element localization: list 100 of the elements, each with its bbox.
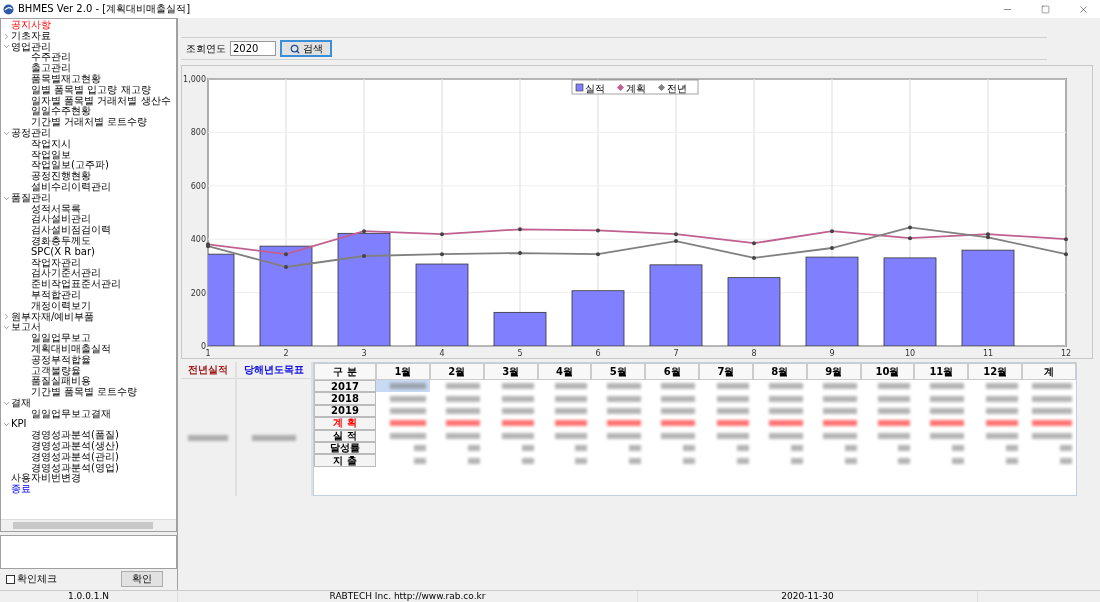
data-point xyxy=(752,255,756,260)
blurred-value xyxy=(555,420,588,427)
sidebar-item[interactable]: 검사기준서관리 xyxy=(31,268,101,280)
sidebar-item[interactable]: 일일수주현황 xyxy=(31,106,91,118)
sidebar-item[interactable]: 검사설비점검이력 xyxy=(31,225,111,236)
column-header: 당해년도목표 xyxy=(237,362,311,379)
sidebar-item[interactable]: 일별 품목별 입고량 재고량 xyxy=(31,84,151,96)
x-axis-label: 2 xyxy=(283,349,289,358)
sidebar-item[interactable]: 일일업무보고결재 xyxy=(31,408,111,420)
blurred-value xyxy=(1006,457,1019,464)
blurred-value xyxy=(1032,420,1072,427)
blurred-value xyxy=(1032,407,1072,414)
data-point xyxy=(830,246,834,250)
window-title: BHMES Ver 2.0 - [계획대비매출실적] xyxy=(18,2,192,16)
blurred-value xyxy=(1060,445,1072,452)
sidebar-item[interactable]: 종료 xyxy=(11,484,31,496)
app-logo-icon xyxy=(3,3,14,15)
blurred-value xyxy=(661,395,696,402)
blurred-value xyxy=(952,445,965,452)
column-header: 3월 xyxy=(483,363,538,380)
data-point xyxy=(830,229,834,234)
sidebar-item[interactable]: 일자별 품목별 거래처별 생산수 xyxy=(31,95,171,107)
sidebar-item[interactable]: 경영성과분석(영업) xyxy=(31,462,119,474)
sidebar-item[interactable]: 작업일보 xyxy=(31,149,71,161)
horizontal-scrollbar[interactable] xyxy=(1,519,176,531)
sidebar-item[interactable]: 사용자비번변경 xyxy=(11,473,81,485)
blurred-value xyxy=(445,395,480,402)
data-point xyxy=(518,251,522,256)
blurred-value xyxy=(661,407,696,414)
year-field[interactable]: 2020 xyxy=(230,41,276,56)
blurred-value xyxy=(930,383,965,390)
blurred-value xyxy=(768,383,803,390)
sidebar-item[interactable]: 경영성과분석(품질) xyxy=(31,430,119,442)
sidebar-item[interactable]: 보고서 xyxy=(11,322,41,334)
blurred-value xyxy=(661,383,696,390)
data-point xyxy=(362,229,366,234)
data-point xyxy=(1064,237,1068,242)
data-point xyxy=(908,236,912,241)
sidebar-item[interactable]: 준비작업표준서관리 xyxy=(31,279,121,290)
confirm-checkbox[interactable]: 확인체크 xyxy=(6,572,57,586)
memo-field[interactable] xyxy=(0,535,177,569)
sidebar-item[interactable]: 작업일보(고주파) xyxy=(31,160,109,172)
sidebar-item[interactable]: 일일업무보고 xyxy=(31,333,91,344)
sidebar-item[interactable]: 작업지시 xyxy=(31,138,71,150)
blurred-value xyxy=(683,457,696,464)
sidebar-item[interactable]: 품질관리 xyxy=(11,192,51,204)
column-header: 4월 xyxy=(537,363,592,380)
sidebar-item[interactable]: 품질실패비용 xyxy=(31,376,91,388)
sidebar-item[interactable]: 성적서목록 xyxy=(31,203,81,215)
blurred-value xyxy=(844,457,857,464)
column-header: 10월 xyxy=(860,363,915,380)
search-button[interactable]: 검색 xyxy=(280,40,332,57)
row-header: 지 출 xyxy=(314,454,376,467)
blurred-value xyxy=(930,407,965,414)
column-header: 8월 xyxy=(752,363,807,380)
table-cell[interactable] xyxy=(376,380,430,393)
year-label: 조회연도 xyxy=(186,41,226,56)
sidebar-item[interactable]: 경영성과분석(생산) xyxy=(31,441,119,452)
chevron-right-icon[interactable] xyxy=(2,312,11,322)
column-header: 5월 xyxy=(591,363,646,380)
sidebar-item[interactable]: 원부자재/예비부품 xyxy=(11,311,95,323)
confirm-button[interactable]: 확인 xyxy=(121,571,163,587)
sidebar-item[interactable]: 경화층두께도 xyxy=(31,235,91,247)
blurred-value xyxy=(1032,395,1072,402)
sidebar-item[interactable]: 영업관리 xyxy=(11,41,51,53)
sidebar-item[interactable]: 검사설비관리 xyxy=(31,214,91,226)
sidebar-item[interactable]: 출고관리 xyxy=(31,63,71,74)
sidebar-item[interactable]: 계획대비매출실적 xyxy=(31,343,111,355)
sidebar-item[interactable]: 결재 xyxy=(11,397,31,409)
close-icon xyxy=(1077,3,1089,15)
sidebar-item[interactable]: 공지사항 xyxy=(11,20,51,31)
sidebar-item[interactable]: 경영성과분석(관리) xyxy=(31,451,119,463)
blurred-value xyxy=(930,432,965,439)
column-header: 계 xyxy=(1022,363,1076,380)
column-header: 12월 xyxy=(968,363,1023,380)
blurred-value xyxy=(188,434,228,441)
sidebar-item[interactable]: 수주관리 xyxy=(31,52,71,64)
data-point xyxy=(596,252,600,257)
sidebar-item[interactable]: 품목별재고현황 xyxy=(31,74,101,85)
sidebar-item[interactable]: 고객불량율 xyxy=(31,365,81,377)
blurred-value xyxy=(878,420,911,427)
blurred-value xyxy=(607,432,642,439)
sidebar-item[interactable]: 기간별 품목별 로트수량 xyxy=(31,387,138,398)
sidebar-item[interactable]: 공정진행현황 xyxy=(31,171,91,182)
data-point xyxy=(596,228,600,233)
sidebar-item[interactable]: SPC(X R bar) xyxy=(31,246,95,258)
sidebar-item[interactable]: 기간별 거래처별 로트수량 xyxy=(31,117,148,128)
y-axis-label: 200 xyxy=(190,288,206,298)
sidebar-item[interactable]: 설비수리이력관리 xyxy=(31,181,111,193)
chevron-right-icon[interactable] xyxy=(2,31,11,41)
sidebar-item[interactable]: 개정이력보기 xyxy=(31,300,91,312)
sidebar-item[interactable]: 공정부적합율 xyxy=(31,354,91,366)
blurred-value xyxy=(986,395,1019,402)
sidebar-item[interactable]: 기초자료 xyxy=(11,30,51,42)
sidebar-item[interactable]: 공정관리 xyxy=(11,127,51,139)
sidebar-item[interactable]: KPI xyxy=(11,419,27,431)
blurred-value xyxy=(501,432,534,439)
blurred-value xyxy=(521,457,534,464)
sidebar-item[interactable]: 작업자관리 xyxy=(31,257,81,269)
sidebar-item[interactable]: 부적합관리 xyxy=(31,289,81,301)
